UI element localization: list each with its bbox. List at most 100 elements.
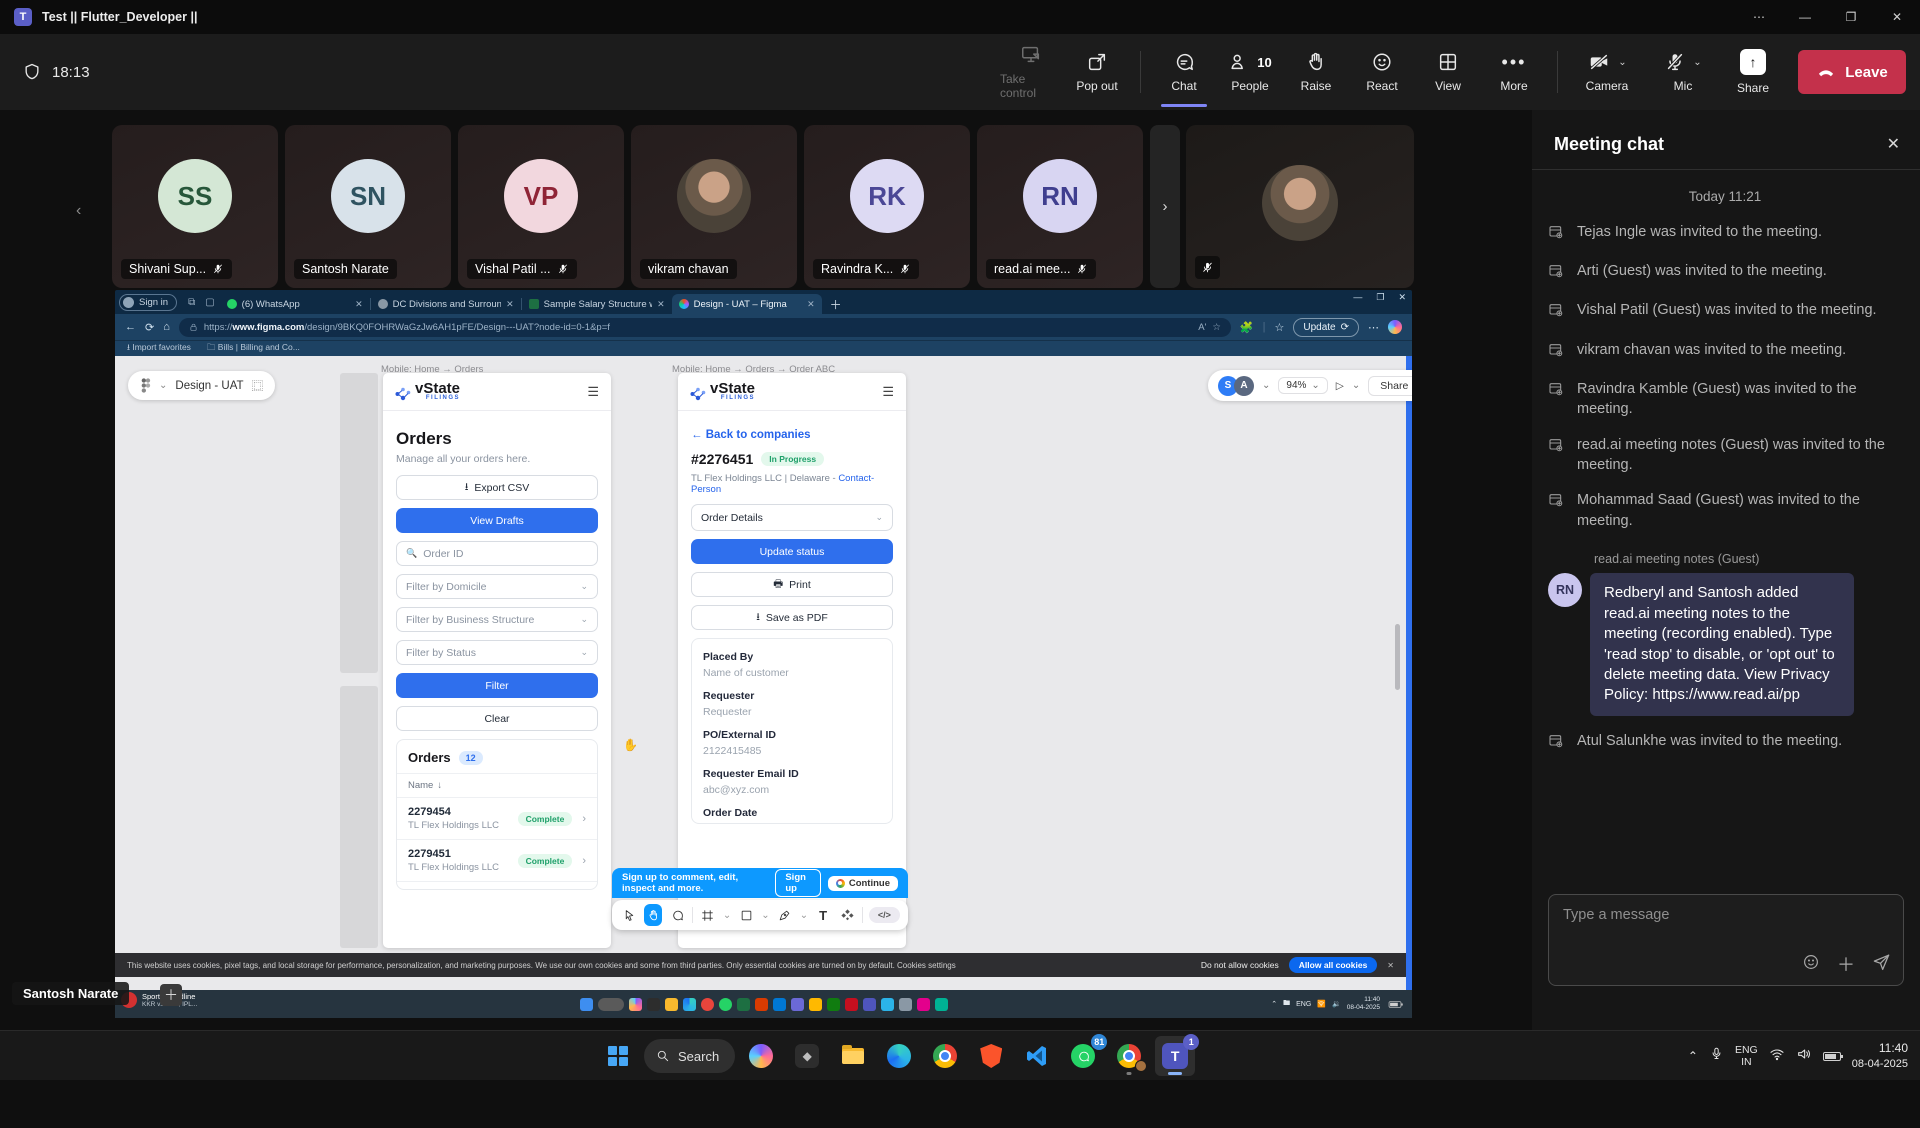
taskbar-brave[interactable]: [971, 1036, 1011, 1076]
order-id-search-input[interactable]: 🔍Order ID: [396, 541, 598, 566]
browser-restore-button[interactable]: ❐: [1376, 292, 1384, 303]
next-participants-button[interactable]: ›: [1150, 125, 1180, 288]
pop-out-button[interactable]: Pop out: [1066, 37, 1128, 107]
favorites-bar-icon[interactable]: ☆: [1274, 321, 1284, 334]
chat-button[interactable]: Chat: [1153, 37, 1215, 107]
cookie-close-icon[interactable]: ✕: [1387, 961, 1394, 970]
frame-tool-icon[interactable]: [699, 904, 717, 926]
order-details-select[interactable]: Order Details⌄: [691, 504, 893, 531]
hamburger-menu-icon[interactable]: ☰: [587, 384, 599, 400]
filter-status-select[interactable]: Filter by Status⌄: [396, 640, 598, 665]
tab-close-icon[interactable]: ✕: [506, 299, 514, 310]
back-to-companies-link[interactable]: ← Back to companies: [691, 429, 893, 441]
taskbar-copilot[interactable]: [741, 1036, 781, 1076]
copilot-icon[interactable]: [1388, 320, 1402, 334]
comment-tool-icon[interactable]: [668, 904, 686, 926]
tab-close-icon[interactable]: ✕: [657, 299, 665, 310]
people-button[interactable]: 10 People: [1219, 37, 1281, 107]
taskbar-edge[interactable]: [879, 1036, 919, 1076]
browser-menu-icon[interactable]: ⋯: [1368, 321, 1379, 334]
taskbar-file-explorer[interactable]: [833, 1036, 873, 1076]
order-row[interactable]: 2279451TL Flex Holdings LLC Complete ›: [397, 839, 597, 881]
update-status-button[interactable]: Update status: [691, 539, 893, 564]
taskbar-clock[interactable]: 11:40 08-04-2025: [1852, 1041, 1908, 1071]
add-overlay-button[interactable]: ＋: [160, 984, 182, 1006]
attach-plus-icon[interactable]: ＋: [1837, 951, 1855, 977]
back-icon[interactable]: ←: [125, 321, 136, 333]
share-screen-button[interactable]: ↑ Share: [1722, 37, 1784, 107]
figma-breadcrumb-chip[interactable]: ⌄ Design - UAT ⿴: [128, 371, 275, 400]
figma-frame-order-detail[interactable]: vStateFILINGS ☰ ← Back to companies #227…: [678, 373, 906, 948]
clear-button[interactable]: Clear: [396, 706, 598, 731]
hidden-icons-chevron[interactable]: ⌃: [1688, 1049, 1698, 1063]
participant-tile[interactable]: vikram chavan: [631, 125, 797, 288]
raise-hand-button[interactable]: Raise: [1285, 37, 1347, 107]
tab-actions-icon[interactable]: ▢: [205, 297, 214, 308]
browser-tab-dc-divisions[interactable]: DC Divisions and Surroundings✕: [371, 294, 521, 314]
send-icon[interactable]: [1872, 952, 1891, 976]
new-tab-button[interactable]: ＋: [830, 296, 842, 313]
file-dropdown-chevron[interactable]: ⌄: [159, 380, 167, 391]
browser-tab-whatsapp[interactable]: (6) WhatsApp✕: [220, 294, 370, 314]
browser-close-button[interactable]: ✕: [1398, 292, 1406, 303]
figma-share-button[interactable]: Share: [1368, 376, 1412, 396]
battery-icon[interactable]: [1823, 1052, 1841, 1061]
camera-button[interactable]: ⌄ Camera: [1570, 37, 1644, 107]
filter-button[interactable]: Filter: [396, 673, 598, 698]
react-button[interactable]: React: [1351, 37, 1413, 107]
taskbar-teams[interactable]: T 1: [1155, 1036, 1195, 1076]
hand-tool-icon[interactable]: [644, 904, 662, 926]
home-icon[interactable]: ⌂: [163, 321, 170, 333]
present-chevron[interactable]: ⌄: [1352, 380, 1360, 391]
chat-message-input[interactable]: Type a message ＋: [1548, 894, 1904, 986]
scrollbar-thumb[interactable]: [1395, 624, 1400, 690]
more-button[interactable]: ••• More: [1483, 37, 1545, 107]
browser-minimize-button[interactable]: —: [1353, 292, 1362, 303]
sign-up-button[interactable]: Sign up: [775, 869, 820, 897]
google-continue-button[interactable]: Continue: [828, 876, 898, 891]
chat-close-icon[interactable]: ✕: [1887, 134, 1900, 154]
wifi-icon[interactable]: [1769, 1046, 1785, 1067]
taskbar-app[interactable]: ◆: [787, 1036, 827, 1076]
collaborators-chevron[interactable]: ⌄: [1262, 380, 1270, 391]
bookmark-import-favorites[interactable]: ⭳ Import favorites: [127, 342, 191, 356]
leave-button[interactable]: Leave: [1798, 50, 1906, 94]
browser-tab-figma[interactable]: Design - UAT – Figma✕: [672, 294, 822, 314]
participant-tile[interactable]: SS Shivani Sup...: [112, 125, 278, 288]
mic-button[interactable]: ⌄ Mic: [1648, 37, 1718, 107]
shape-tool-chevron[interactable]: ⌄: [761, 910, 769, 921]
address-bar[interactable]: https://www.figma.com/design/9BKQ0FOHRWa…: [179, 318, 1231, 337]
workspaces-icon[interactable]: ⧉: [188, 297, 195, 308]
pen-tool-icon[interactable]: [776, 904, 794, 926]
start-button[interactable]: [598, 1036, 638, 1076]
tab-close-icon[interactable]: ✕: [355, 299, 363, 310]
bookmark-bills-folder[interactable]: 🗀 Bills | Billing and Co...: [207, 342, 300, 356]
frame-tool-chevron[interactable]: ⌄: [723, 910, 731, 921]
previous-participants-chevron[interactable]: ‹: [76, 202, 81, 220]
allow-cookies-button[interactable]: Allow all cookies: [1289, 957, 1378, 973]
text-tool-icon[interactable]: T: [814, 904, 832, 926]
participant-tile[interactable]: RK Ravindra K...: [804, 125, 970, 288]
view-drafts-button[interactable]: View Drafts: [396, 508, 598, 533]
order-row[interactable]: 2279454TL Flex Holdings LLC Complete ›: [397, 797, 597, 839]
zoom-select[interactable]: 94%⌄: [1278, 377, 1327, 394]
taskbar-chrome[interactable]: [925, 1036, 965, 1076]
mic-dropdown-chevron[interactable]: ⌄: [1693, 57, 1701, 68]
participant-tile[interactable]: SN Santosh Narate: [285, 125, 451, 288]
deny-cookies-link[interactable]: Do not allow cookies: [1201, 960, 1279, 970]
window-more-button[interactable]: ⋯: [1736, 0, 1782, 34]
print-button[interactable]: 🖶Print: [691, 572, 893, 597]
read-aloud-icon[interactable]: A': [1198, 322, 1206, 333]
save-as-pdf-button[interactable]: ⭳Save as PDF: [691, 605, 893, 630]
move-tool-icon[interactable]: [620, 904, 638, 926]
collaborator-avatar[interactable]: A: [1234, 376, 1254, 396]
taskbar-vscode[interactable]: [1017, 1036, 1057, 1076]
sort-icon[interactable]: ↓: [437, 780, 442, 791]
language-indicator[interactable]: ENGIN: [1735, 1044, 1758, 1068]
refresh-icon[interactable]: ⟳: [145, 321, 154, 334]
window-close-button[interactable]: ✕: [1874, 0, 1920, 34]
components-tool-icon[interactable]: [838, 904, 856, 926]
tab-close-icon[interactable]: ✕: [807, 299, 815, 310]
pen-tool-chevron[interactable]: ⌄: [800, 910, 808, 921]
taskbar-search[interactable]: Search: [644, 1039, 735, 1073]
